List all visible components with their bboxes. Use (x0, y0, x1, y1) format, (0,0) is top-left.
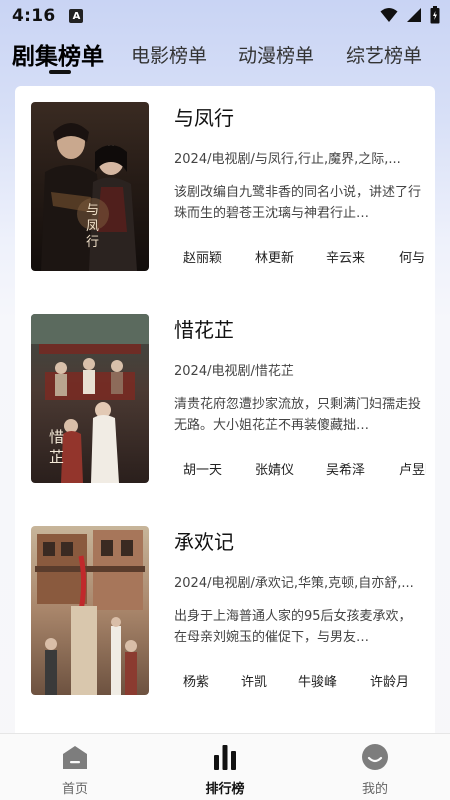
bottom-navigation: 首页 排行榜 我的 (0, 733, 450, 800)
drama-description: 清贵花府忽遭抄家流放，只剩满门妇孺走投无路。大小姐花芷不再装傻藏拙… (174, 397, 422, 433)
cast-name[interactable]: 杨紫 (183, 671, 209, 690)
active-tab-indicator (49, 70, 71, 74)
nav-ranking[interactable]: 排行榜 (180, 734, 270, 800)
tab-anime-ranking[interactable]: 动漫榜单 (238, 36, 314, 72)
cast-name[interactable]: 辛云来 (326, 247, 365, 266)
drama-poster[interactable] (31, 526, 149, 695)
battery-icon (430, 6, 440, 24)
cast-name[interactable]: 吴希泽 (326, 459, 365, 478)
app-notification-icon: A (69, 9, 84, 23)
cast-name[interactable]: 许凯 (241, 671, 267, 690)
cast-name[interactable]: 卢昱晓 (399, 459, 426, 478)
nav-home[interactable]: 首页 (30, 734, 120, 800)
cast-name[interactable]: 张婧仪 (255, 459, 294, 478)
status-bar: 4:16 A (0, 0, 450, 32)
drama-title[interactable]: 承欢记 (174, 526, 234, 554)
drama-title[interactable]: 惜花芷 (174, 314, 234, 342)
svg-text:与: 与 (86, 203, 99, 218)
drama-item[interactable]: 与 凤 行 与凤行 2024/电视剧/与凤行,行止,魔界,之际,... 该剧改编… (31, 102, 425, 272)
cast-name[interactable]: 牛骏峰 (298, 671, 337, 690)
cast-name[interactable]: 何与 (399, 247, 425, 266)
cast-list: 杨紫 许凯 牛骏峰 许龄月 (174, 671, 426, 693)
drama-poster[interactable]: 与 凤 行 (31, 102, 149, 271)
cast-list: 赵丽颖 林更新 辛云来 何与 (174, 247, 426, 269)
tab-series-ranking[interactable]: 剧集榜单 (12, 36, 104, 72)
nav-home-label: 首页 (61, 782, 88, 797)
svg-text:凤: 凤 (86, 219, 99, 234)
drama-meta: 2024/电视剧/惜花芷 (174, 364, 294, 379)
cast-list: 胡一天 张婧仪 吴希泽 卢昱晓 (174, 459, 426, 481)
signal-icon (407, 8, 421, 22)
ranking-bars-icon (214, 745, 236, 770)
home-icon (63, 746, 87, 769)
svg-text:芷: 芷 (49, 448, 64, 466)
nav-profile-label: 我的 (361, 782, 388, 797)
nav-profile[interactable]: 我的 (330, 734, 420, 800)
tab-movie-ranking[interactable]: 电影榜单 (131, 36, 207, 72)
tab-variety-ranking[interactable]: 综艺榜单 (346, 36, 422, 72)
drama-meta: 2024/电视剧/与凤行,行止,魔界,之际,... (174, 152, 401, 167)
drama-description: 出身于上海普通人家的95后女孩麦承欢，在母亲刘婉玉的催促下，与男友… (174, 609, 412, 645)
cast-name[interactable]: 胡一天 (183, 459, 222, 478)
status-time: 4:16 (12, 6, 56, 26)
drama-description: 该剧改编自九鹭非香的同名小说，讲述了行珠而生的碧苍王沈璃与神君行止… (174, 185, 422, 221)
profile-smile-icon (362, 744, 388, 770)
svg-text:行: 行 (86, 235, 99, 250)
status-indicators (380, 6, 440, 24)
wifi-icon (380, 8, 398, 22)
drama-title[interactable]: 与凤行 (174, 102, 234, 130)
svg-text:惜: 惜 (49, 428, 64, 446)
drama-poster[interactable]: 惜 芷 (31, 314, 149, 483)
nav-ranking-label: 排行榜 (205, 782, 245, 797)
drama-meta: 2024/电视剧/承欢记,华策,克顿,自亦舒,... (174, 576, 414, 591)
cast-name[interactable]: 许龄月 (370, 671, 409, 690)
cast-name[interactable]: 林更新 (255, 247, 294, 266)
drama-item[interactable]: 惜 芷 惜花芷 2024/电视剧/惜花芷 清贵花府忽遭抄家流放，只剩满门妇孺走投… (31, 314, 426, 484)
drama-item[interactable]: 承欢记 2024/电视剧/承欢记,华策,克顿,自亦舒,... 出身于上海普通人家… (31, 526, 421, 696)
ranking-list-card: 与 凤 行 与凤行 2024/电视剧/与凤行,行止,魔界,之际,... 该剧改编… (15, 86, 435, 746)
cast-name[interactable]: 赵丽颖 (183, 247, 222, 266)
